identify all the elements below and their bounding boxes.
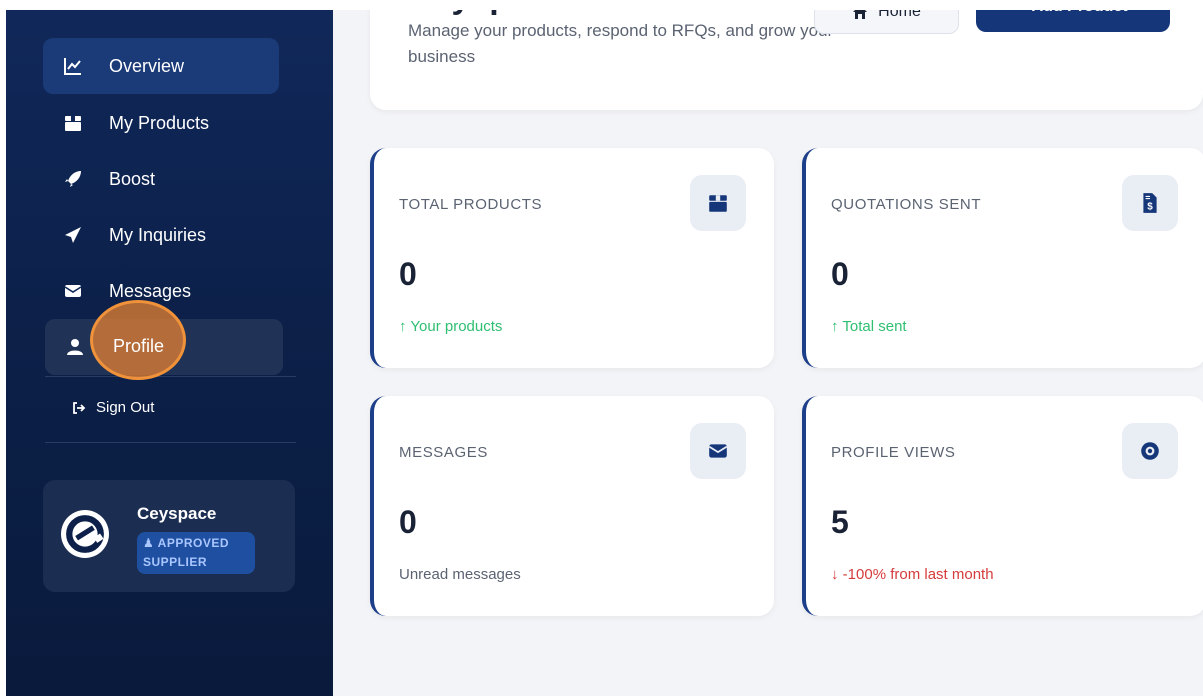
svg-text:$: $ xyxy=(1147,202,1153,213)
stat-label: TOTAL PRODUCTS xyxy=(399,196,543,213)
approved-supplier-badge: ♟ APPROVED SUPPLIER xyxy=(137,532,255,574)
sidebar-item-boost[interactable]: Boost xyxy=(43,151,279,207)
stat-note: ↑ Total sent xyxy=(831,318,907,335)
sidebar-item-my-inquiries[interactable]: My Inquiries xyxy=(43,207,279,263)
divider xyxy=(45,376,296,377)
divider xyxy=(45,442,296,443)
sign-out-icon xyxy=(72,401,86,415)
stat-value: 0 xyxy=(831,256,849,292)
page-subtitle: Manage your products, respond to RFQs, a… xyxy=(408,21,834,66)
stat-note: ↑ Your products xyxy=(399,318,503,335)
stat-value: 5 xyxy=(831,504,849,540)
invoice-dollar-icon: $ xyxy=(1122,175,1178,231)
company-logo-icon xyxy=(61,510,109,558)
stat-card-messages: MESSAGES 0 Unread messages xyxy=(370,396,774,616)
eye-icon xyxy=(1122,423,1178,479)
sidebar-item-overview[interactable]: Overview xyxy=(43,38,279,94)
box-icon xyxy=(63,113,83,133)
stat-card-quotations-sent: QUOTATIONS SENT 0 ↑ Total sent $ xyxy=(802,148,1203,368)
paper-plane-icon xyxy=(63,225,83,245)
user-icon xyxy=(65,337,85,357)
supplier-name: Ceyspace xyxy=(137,504,217,523)
box-icon xyxy=(690,175,746,231)
sidebar-item-label: Overview xyxy=(109,55,185,76)
envelope-icon xyxy=(63,281,83,301)
stat-card-total-products: TOTAL PRODUCTS 0 ↑ Your products xyxy=(370,148,774,368)
main-content: Ceyspace! Manage your products, respond … xyxy=(333,0,1203,696)
sidebar-item-label: Boost xyxy=(109,168,156,189)
stat-label: QUOTATIONS SENT xyxy=(831,196,982,213)
supplier-card: Ceyspace ♟ APPROVED SUPPLIER xyxy=(43,480,295,592)
sidebar-item-label: My Inquiries xyxy=(109,224,207,245)
stat-note: Unread messages xyxy=(399,566,521,583)
stat-label: MESSAGES xyxy=(399,444,488,461)
stat-value: 0 xyxy=(399,504,417,540)
rocket-icon xyxy=(63,169,83,189)
sign-out-label: Sign Out xyxy=(96,399,155,416)
stat-value: 0 xyxy=(399,256,417,292)
envelope-icon xyxy=(690,423,746,479)
sidebar-item-my-products[interactable]: My Products xyxy=(43,95,279,151)
chart-line-icon xyxy=(63,56,83,76)
sign-out-link[interactable]: Sign Out xyxy=(72,399,154,416)
welcome-header-card: Ceyspace! Manage your products, respond … xyxy=(370,0,1203,110)
profile-label: Profile xyxy=(113,336,165,356)
stat-label: PROFILE VIEWS xyxy=(831,444,956,461)
user-check-icon: ♟ xyxy=(143,536,155,550)
sidebar-item-label: Messages xyxy=(109,280,192,301)
stat-note: ↓ -100% from last month xyxy=(831,566,994,583)
sidebar-item-label: My Products xyxy=(109,112,210,133)
stat-card-profile-views: PROFILE VIEWS 5 ↓ -100% from last month xyxy=(802,396,1203,616)
top-edge xyxy=(0,0,1203,10)
